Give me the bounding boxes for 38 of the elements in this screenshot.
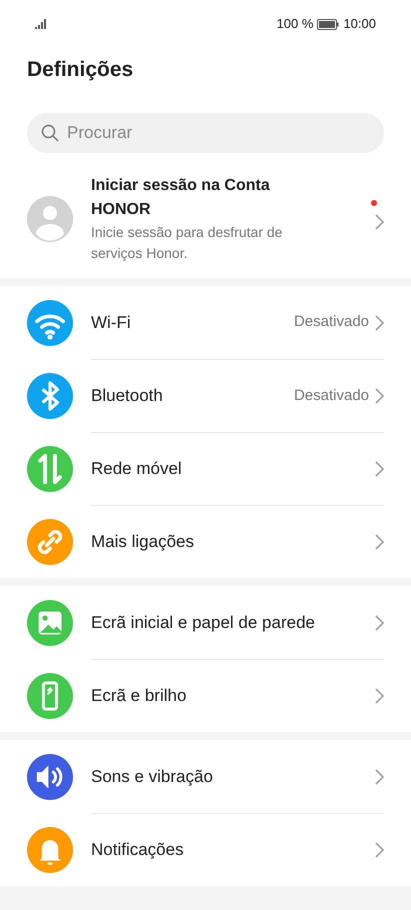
settings-row[interactable]: Wi-Fi Desativado bbox=[0, 286, 411, 359]
chevron-icon bbox=[375, 614, 384, 630]
chevron-icon bbox=[375, 534, 384, 550]
settings-row[interactable]: Rede móvel bbox=[0, 432, 411, 505]
chevron-icon bbox=[375, 688, 384, 704]
row-value: Desativado bbox=[294, 312, 369, 332]
chevron-icon bbox=[375, 214, 384, 230]
avatar-icon bbox=[27, 196, 73, 242]
settings-row[interactable]: Notificações bbox=[0, 813, 411, 886]
row-label: Rede móvel bbox=[91, 458, 183, 480]
row-label: Ecrã e brilho bbox=[91, 685, 188, 708]
settings-row[interactable]: Ecrã e brilho bbox=[0, 659, 411, 732]
row-label: Mais ligações bbox=[91, 531, 195, 554]
chevron-icon bbox=[375, 388, 384, 404]
chevron-icon bbox=[375, 768, 384, 784]
row-label: Sons e vibração bbox=[91, 766, 214, 788]
settings-row[interactable]: Mais ligações bbox=[0, 505, 411, 578]
settings-row[interactable]: Sons e vibração bbox=[0, 740, 411, 813]
search-field[interactable]: Procurar bbox=[27, 113, 384, 153]
row-label: Bluetooth bbox=[91, 385, 164, 408]
page-title: Definições bbox=[27, 58, 134, 81]
battery-percent: 100 % bbox=[276, 15, 314, 34]
settings-row[interactable]: Ecrã inicial e papel de parede bbox=[0, 586, 411, 659]
signal-icon bbox=[35, 19, 47, 29]
chevron-icon bbox=[375, 842, 384, 858]
row-label: Ecrã inicial e papel de parede bbox=[91, 612, 316, 634]
battery-icon bbox=[317, 18, 340, 30]
account-row[interactable]: Iniciar sessão na Conta HONOR Inicie sessão para desfrutar de serviços Honor. bbox=[0, 153, 411, 278]
chevron-icon bbox=[375, 461, 384, 477]
search-icon bbox=[41, 124, 59, 142]
account-subtitle: Inicie sessão para desfrutar de serviços Honor. bbox=[91, 222, 284, 263]
clock: 10:00 bbox=[343, 15, 376, 34]
chevron-icon bbox=[375, 314, 384, 330]
row-label: Notificações bbox=[91, 839, 185, 862]
row-label: Wi-Fi bbox=[91, 312, 132, 334]
account-title: Iniciar sessão na Conta HONOR bbox=[91, 176, 271, 220]
settings-row[interactable]: Bluetooth Desativado bbox=[0, 359, 411, 432]
row-value: Desativado bbox=[294, 386, 369, 406]
